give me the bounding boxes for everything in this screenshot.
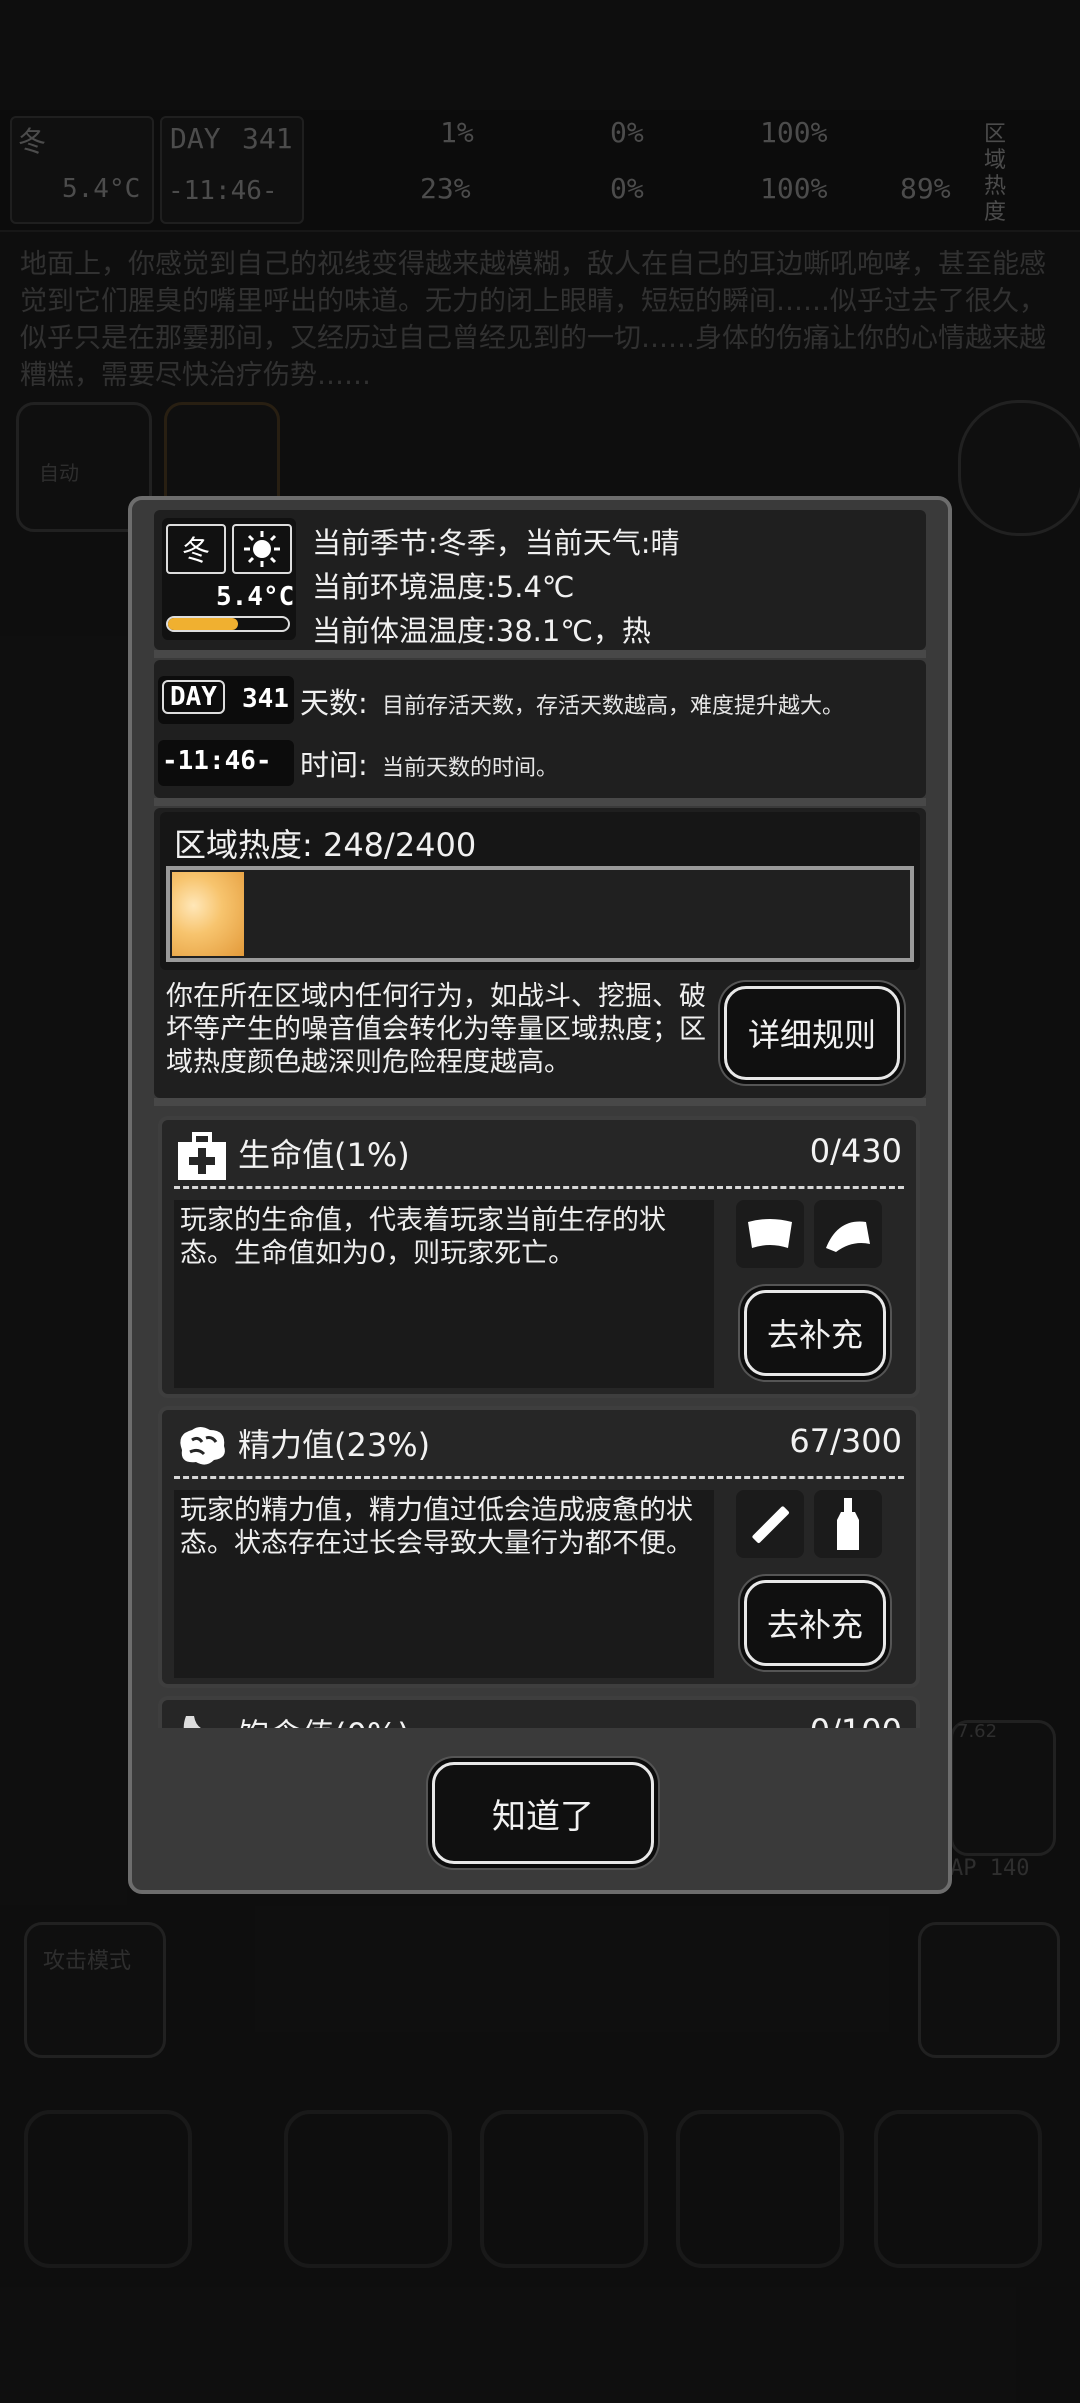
season-icon: 冬 [166, 524, 226, 574]
bandage-roll-icon[interactable] [736, 1200, 804, 1268]
bottle-icon[interactable] [814, 1490, 882, 1558]
day-desc: 目前存活天数，存活天数越高，难度提升越大。 [382, 694, 845, 719]
energy-value: 67/300 [789, 1422, 902, 1460]
day-badge-num: 341 [242, 684, 289, 714]
heat-progress-fill [172, 872, 245, 956]
stat-card-hunger: 饱食值(0%) 0/100 [158, 1696, 920, 1728]
weather-line-body-temp: 当前体温温度:38.1℃，热 [312, 614, 651, 648]
heat-box: 区域热度: 248/2400 [160, 812, 920, 970]
day-title: 天数: [300, 686, 368, 720]
time-badge: -11:46- [158, 740, 294, 786]
heat-desc: 你在所在区域内任何行为，如战斗、挖掘、破坏等产生的噪音值会转化为等量区域热度；区… [166, 981, 706, 1078]
time-badge-text: -11:46- [162, 746, 272, 776]
hunger-name: 饱食值(0%) [238, 1710, 410, 1728]
heat-panel: 区域热度: 248/2400 你在所在区域内任何行为，如战斗、挖掘、破坏等产生的… [154, 808, 926, 1098]
info-scroll-area[interactable]: 冬 5.4°C 当前季节:冬季，当前天气:晴 当前环境温度:5.4℃ 当前体温温… [154, 510, 926, 1728]
heat-title: 区域热度: 248/2400 [174, 826, 477, 864]
bandage-icon[interactable] [814, 1200, 882, 1268]
energy-desc: 玩家的精力值，精力值过低会造成疲惫的状态。状态存在过长会导致大量行为都不便。 [174, 1490, 714, 1678]
divider [154, 798, 926, 806]
time-title: 时间: [300, 748, 368, 782]
heat-progress-bar [166, 866, 914, 962]
stat-card-energy: 精力值(23%) 67/300 玩家的精力值，精力值过低会造成疲惫的状态。状态存… [158, 1406, 920, 1688]
sun-icon [232, 524, 292, 574]
time-desc: 当前天数的时间。 [382, 756, 559, 781]
replenish-health-button[interactable]: 去补充 [744, 1290, 886, 1376]
health-desc: 玩家的生命值，代表着玩家当前生存的状态。生命值如为0，则玩家死亡。 [174, 1200, 714, 1388]
stat-card-health: 生命值(1%) 0/430 玩家的生命值，代表着玩家当前生存的状态。生命值如为0… [158, 1116, 920, 1398]
first-aid-icon [178, 1132, 226, 1180]
dashed-divider [174, 1476, 904, 1479]
replenish-energy-button[interactable]: 去补充 [744, 1580, 886, 1666]
info-dialog: 冬 5.4°C 当前季节:冬季，当前天气:晴 当前环境温度:5.4℃ 当前体温温… [128, 496, 952, 1894]
weather-panel: 冬 5.4°C 当前季节:冬季，当前天气:晴 当前环境温度:5.4℃ 当前体温温… [154, 510, 926, 650]
season-char: 冬 [181, 534, 210, 567]
day-badge: DAY 341 [158, 676, 294, 724]
day-badge-label: DAY [162, 680, 225, 714]
dashed-divider [174, 1186, 904, 1189]
weather-line-season: 当前季节:冬季，当前天气:晴 [312, 526, 680, 560]
hunger-value: 0/100 [810, 1712, 902, 1728]
stomach-icon [183, 1716, 201, 1728]
weather-badge: 冬 5.4°C [162, 518, 296, 640]
divider [154, 1098, 926, 1106]
divider [154, 650, 926, 658]
weather-line-env-temp: 当前环境温度:5.4℃ [312, 570, 575, 604]
brain-icon [180, 1427, 225, 1465]
detailed-rules-button[interactable]: 详细规则 [724, 986, 900, 1080]
weather-temp: 5.4°C [216, 582, 295, 612]
syringe-icon[interactable] [736, 1490, 804, 1558]
thermometer-icon [166, 616, 290, 632]
energy-name: 精力值(23%) [238, 1426, 431, 1464]
health-value: 0/430 [809, 1132, 902, 1170]
day-time-panel: DAY 341 天数: 目前存活天数，存活天数越高，难度提升越大。 -11:46… [154, 660, 926, 798]
got-it-button[interactable]: 知道了 [432, 1762, 654, 1864]
health-name: 生命值(1%) [238, 1136, 410, 1174]
